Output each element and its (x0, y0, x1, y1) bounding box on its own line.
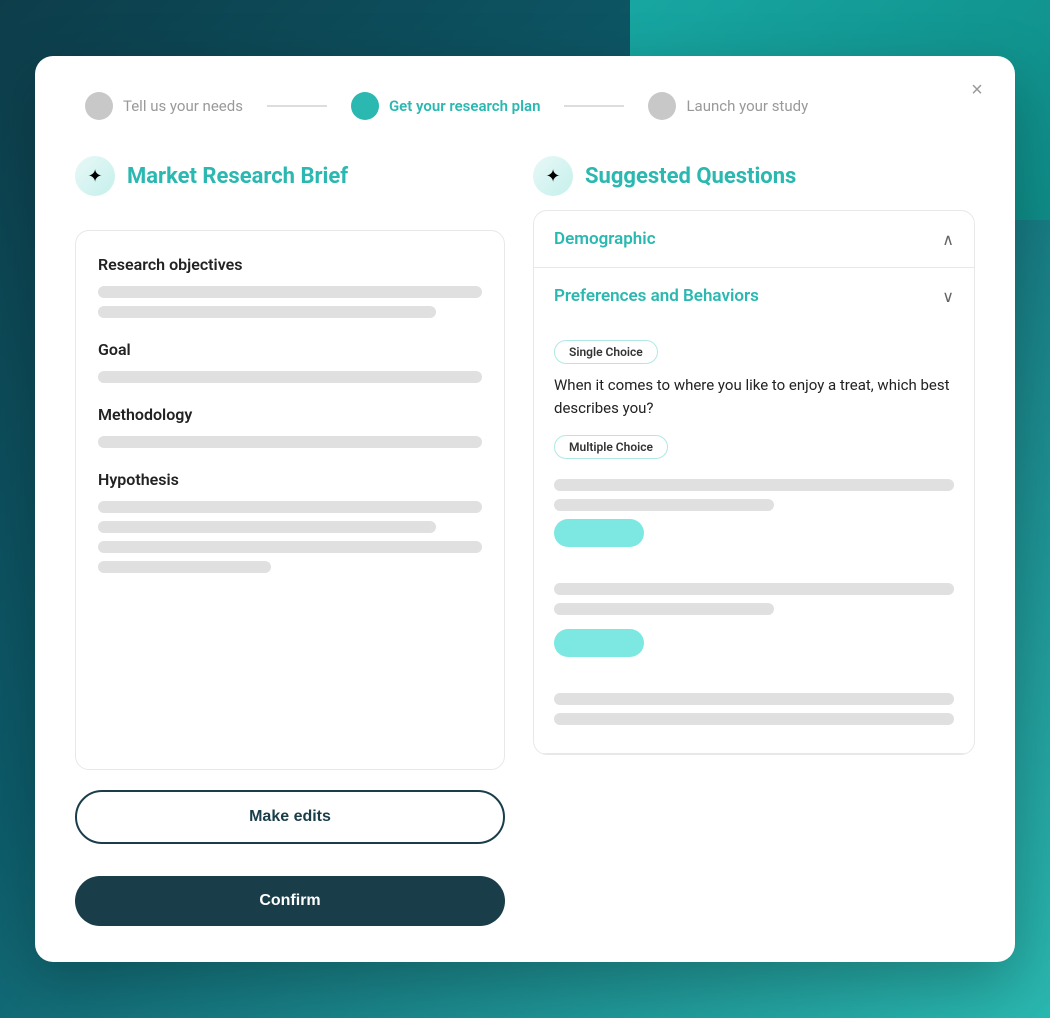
option-skeleton (554, 583, 954, 595)
skeleton-line (98, 501, 482, 513)
brief-title: Market Research Brief (127, 164, 348, 189)
step-separator-1 (267, 105, 327, 107)
hypothesis-label: Hypothesis (98, 470, 482, 489)
questions-card: Demographic ∧ Preferences and Behaviors … (533, 210, 975, 755)
right-panel: ✦ Suggested Questions Demographic ∧ Pref… (533, 156, 975, 755)
questions-title: Suggested Questions (585, 164, 796, 189)
confirm-button[interactable]: Confirm (75, 876, 505, 926)
option-skeleton (554, 499, 774, 511)
close-button[interactable]: × (961, 74, 993, 106)
step-label-launch: Launch your study (686, 97, 808, 115)
chevron-down-icon: ∨ (942, 287, 954, 306)
make-edits-button[interactable]: Make edits (75, 790, 505, 844)
goal-section: Goal (98, 340, 482, 383)
selected-option-tag[interactable] (554, 519, 644, 547)
brief-card: Research objectives Goal Methodology Hyp… (75, 230, 505, 770)
step-label-tell: Tell us your needs (123, 97, 243, 115)
step-launch: Launch your study (648, 92, 808, 120)
skeleton-line (98, 436, 482, 448)
stepper: Tell us your needs Get your research pla… (75, 92, 975, 120)
step-tell-us: Tell us your needs (85, 92, 243, 120)
chevron-up-icon: ∧ (942, 230, 954, 249)
accordion-header-demographic[interactable]: Demographic ∧ (534, 211, 974, 267)
step-circle-launch (648, 92, 676, 120)
accordion-preferences: Preferences and Behaviors ∨ Single Choic… (534, 268, 974, 754)
research-objectives-label: Research objectives (98, 255, 482, 274)
option-skeleton (554, 693, 954, 705)
step-label-get: Get your research plan (389, 97, 541, 115)
question-text-1: When it comes to where you like to enjoy… (554, 374, 954, 419)
skeleton-line (98, 521, 436, 533)
accordion-demographic: Demographic ∧ (534, 211, 974, 268)
badge-multiple-choice: Multiple Choice (554, 435, 668, 459)
methodology-section: Methodology (98, 405, 482, 448)
badge-single-choice: Single Choice (554, 340, 658, 364)
questions-icon: ✦ (533, 156, 573, 196)
selected-option-row (554, 519, 954, 567)
left-panel: ✦ Market Research Brief Research objecti… (75, 156, 505, 926)
step-circle-tell (85, 92, 113, 120)
goal-label: Goal (98, 340, 482, 359)
step-get-plan: Get your research plan (351, 92, 541, 120)
skeleton-line (98, 306, 436, 318)
option-skeleton (554, 713, 954, 725)
accordion-title-preferences: Preferences and Behaviors (554, 286, 759, 306)
content-area: ✦ Market Research Brief Research objecti… (75, 156, 975, 926)
selected-option-tag-2[interactable] (554, 629, 644, 657)
accordion-header-preferences[interactable]: Preferences and Behaviors ∨ (534, 268, 974, 324)
hypothesis-section: Hypothesis (98, 470, 482, 573)
methodology-label: Methodology (98, 405, 482, 424)
brief-icon: ✦ (75, 156, 115, 196)
skeleton-line (98, 371, 482, 383)
brief-header: ✦ Market Research Brief (75, 156, 505, 196)
questions-header: ✦ Suggested Questions (533, 156, 975, 196)
selected-option-row-2 (554, 629, 954, 677)
step-separator-2 (564, 105, 624, 107)
modal: × Tell us your needs Get your research p… (35, 56, 1015, 962)
option-skeleton (554, 603, 774, 615)
accordion-content-preferences: Single Choice When it comes to where you… (534, 324, 974, 753)
research-objectives-section: Research objectives (98, 255, 482, 318)
skeleton-line (98, 561, 271, 573)
skeleton-line (98, 541, 482, 553)
skeleton-line (98, 286, 482, 298)
option-skeleton (554, 479, 954, 491)
step-circle-get (351, 92, 379, 120)
accordion-title-demographic: Demographic (554, 229, 656, 249)
